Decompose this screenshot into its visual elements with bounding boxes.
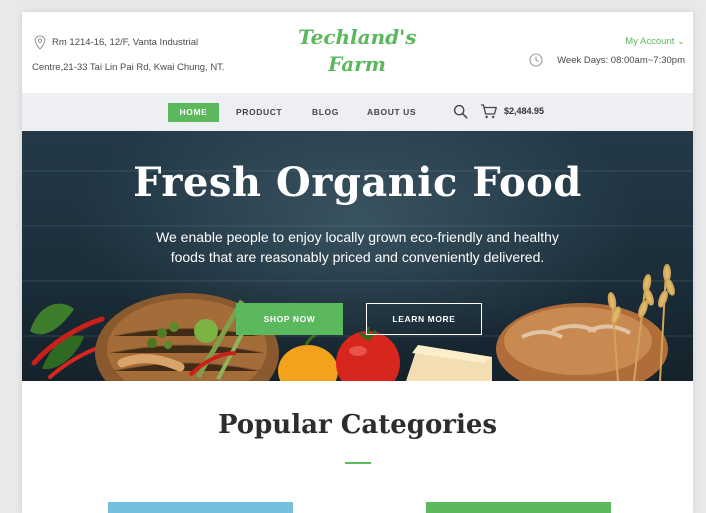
section-title: Popular Categories bbox=[217, 410, 498, 440]
logo-line-1: Techland's bbox=[298, 25, 417, 49]
learn-more-button[interactable]: LEARN MORE bbox=[366, 303, 482, 335]
location-pin-icon bbox=[34, 35, 46, 50]
address-line-2: Centre,21-33 Tai Lin Pai Rd, Kwai Chung,… bbox=[32, 62, 225, 73]
nav-item-home[interactable]: HOME bbox=[168, 103, 219, 122]
section-divider bbox=[345, 462, 371, 464]
category-card[interactable] bbox=[108, 502, 293, 513]
search-icon[interactable] bbox=[453, 104, 468, 119]
address-line-1: Rm 1214-16, 12/F, Vanta Industrial bbox=[52, 37, 199, 48]
nav-item-blog[interactable]: BLOG bbox=[312, 103, 339, 122]
clock-icon bbox=[529, 53, 543, 67]
nav-item-product[interactable]: PRODUCT bbox=[236, 103, 282, 122]
hero-title: Fresh Organic Food bbox=[133, 159, 582, 206]
shop-now-button[interactable]: SHOP NOW bbox=[236, 303, 343, 335]
nav-item-about-us[interactable]: ABOUT US bbox=[367, 103, 416, 122]
cart-total[interactable]: $2,484.95 bbox=[504, 106, 544, 116]
my-account-link[interactable]: My Account ⌄ bbox=[625, 36, 685, 47]
cart-icon[interactable] bbox=[480, 102, 498, 120]
logo-line-2: Farm bbox=[328, 52, 386, 76]
site-logo[interactable]: Techland's Farm bbox=[298, 24, 417, 78]
business-hours: Week Days: 08:00am~7:30pm bbox=[557, 55, 685, 66]
hero-description: We enable people to enjoy locally grown … bbox=[156, 229, 559, 265]
page: Rm 1214-16, 12/F, Vanta Industrial Centr… bbox=[22, 12, 693, 513]
top-header: Rm 1214-16, 12/F, Vanta Industrial Centr… bbox=[22, 12, 693, 93]
main-nav: HOME PRODUCT BLOG ABOUT US bbox=[22, 93, 693, 131]
category-card[interactable] bbox=[426, 502, 611, 513]
hero-banner: Fresh Organic Food We enable people to e… bbox=[22, 131, 693, 381]
